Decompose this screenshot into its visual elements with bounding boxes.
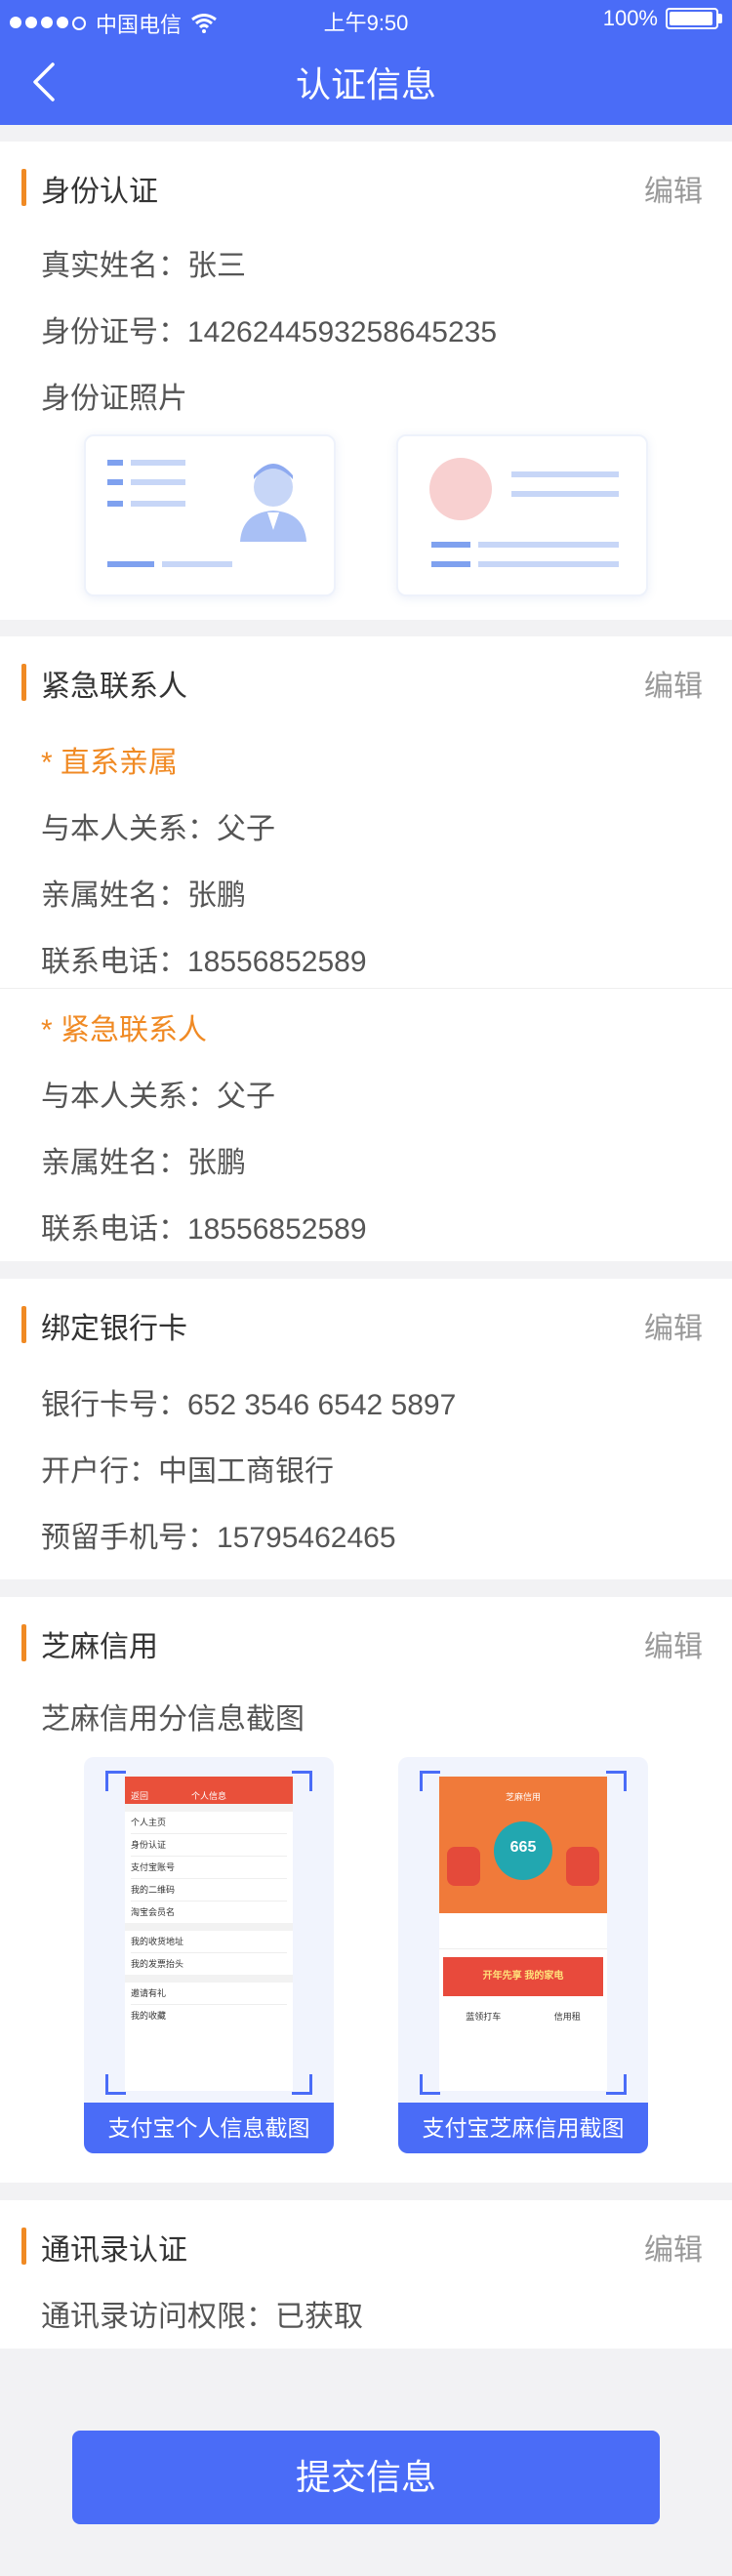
section-accent-bar [21, 2228, 26, 2265]
section-accent-bar [21, 169, 26, 206]
urgent-relation-text: 与本人关系：父子 [41, 1081, 275, 1113]
mini-row: 我的二维码 [131, 1879, 287, 1901]
urgent-name-text: 亲属姓名：张鹏 [41, 1147, 246, 1179]
mini-row: 我的收藏 [131, 2011, 167, 2021]
emergency-section: 紧急联系人 编辑 * 直系亲属 与本人关系：父子 亲属姓名：张鹏 联系电话：18… [0, 636, 732, 1261]
personal-info-caption: 支付宝个人信息截图 [84, 2103, 334, 2153]
identity-title: 身份认证 [41, 176, 158, 208]
section-accent-bar [21, 664, 26, 701]
mini-row: 我的发票抬头 [131, 1959, 184, 1969]
mini-promo-banner: 开年先享 我的家电 [443, 1957, 603, 1996]
mini-phone-screen: 返回 个人信息 个人主页 身份认证 支付宝账号 我的二维码 淘宝会员名 我的收货… [125, 1777, 293, 2091]
dragon-decoration-icon [447, 1847, 480, 1886]
mini-title: 个人信息 [190, 1791, 226, 1801]
urgent-contact-title: * 紧急联系人 [41, 1014, 208, 1046]
mini-row: 我的收货地址 [131, 1931, 287, 1953]
mini-credit-title: 芝麻信用 [505, 1792, 541, 1802]
bank-title: 绑定银行卡 [41, 1313, 187, 1345]
contacts-section: 通讯录认证 编辑 通讯录访问权限：已获取 [0, 2200, 732, 2349]
section-accent-bar [21, 1306, 26, 1343]
mini-item: 蓝领打车 [466, 2012, 502, 2022]
contacts-title: 通讯录认证 [41, 2234, 187, 2267]
mini-row: 支付宝账号 [131, 1857, 287, 1879]
alipay-personal-info-screenshot[interactable]: 返回 个人信息 个人主页 身份认证 支付宝账号 我的二维码 淘宝会员名 我的收货… [84, 1757, 334, 2153]
status-bar: 中国电信 上午9:50 100% [0, 0, 732, 39]
frame-corner [105, 1771, 126, 1791]
mini-phone-screen: 芝麻信用 665 开年先享 我的家电 蓝领打车 信用租 [439, 1777, 607, 2091]
frame-corner [606, 2074, 627, 2095]
sesame-credit-caption: 支付宝芝麻信用截图 [398, 2103, 648, 2153]
direct-relation-text: 与本人关系：父子 [41, 813, 275, 845]
direct-relative-title: * 直系亲属 [41, 747, 179, 779]
real-name-text: 真实姓名：张三 [41, 250, 246, 282]
frame-corner [420, 2074, 440, 2095]
frame-corner [420, 1771, 440, 1791]
frame-corner [606, 1771, 627, 1791]
bank-card-number-text: 银行卡号：652 3546 6542 5897 [41, 1389, 457, 1421]
sesame-screenshot-label: 芝麻信用分信息截图 [41, 1703, 305, 1736]
id-front-illustration [107, 460, 306, 567]
alipay-sesame-credit-screenshot[interactable]: 芝麻信用 665 开年先享 我的家电 蓝领打车 信用租 支付宝芝麻信用截图 [398, 1757, 648, 2153]
battery-icon [666, 8, 722, 29]
frame-corner [292, 1771, 312, 1791]
mini-row: 淘宝会员名 [131, 1907, 176, 1917]
sesame-edit-button[interactable]: 编辑 [644, 1622, 703, 1665]
mini-stats [439, 1913, 607, 1949]
bank-section: 绑定银行卡 编辑 银行卡号：652 3546 6542 5897 开户行：中国工… [0, 1279, 732, 1579]
mini-rows: 个人主页 身份认证 支付宝账号 我的二维码 淘宝会员名 [125, 1812, 293, 1923]
emergency-title: 紧急联系人 [41, 671, 187, 703]
id-back-illustration [429, 458, 619, 567]
emergency-edit-button[interactable]: 编辑 [644, 662, 703, 705]
sesame-title: 芝麻信用 [41, 1631, 158, 1663]
mini-header: 返回 个人信息 [125, 1777, 293, 1804]
sesame-section: 芝麻信用 编辑 芝麻信用分信息截图 返回 个人信息 个人主页 身份认证 支付宝账… [0, 1597, 732, 2183]
contacts-edit-button[interactable]: 编辑 [644, 2226, 703, 2269]
mini-credit-banner: 芝麻信用 665 [439, 1777, 607, 1913]
bank-phone-text: 预留手机号：15795462465 [41, 1522, 396, 1554]
bank-edit-button[interactable]: 编辑 [644, 1304, 703, 1347]
frame-corner [292, 2074, 312, 2095]
header-bar: 中国电信 上午9:50 100% 认证信息 [0, 0, 732, 125]
mini-row: 个人主页 [131, 1812, 287, 1834]
battery-percent: 100% [602, 6, 658, 30]
id-back-photo[interactable] [396, 434, 648, 596]
direct-phone-text: 联系电话：18556852589 [41, 946, 367, 978]
urgent-phone-text: 联系电话：18556852589 [41, 1213, 367, 1246]
frame-corner [105, 2074, 126, 2095]
mini-row: 身份认证 [131, 1834, 287, 1857]
divider [0, 988, 732, 989]
direct-name-text: 亲属姓名：张鹏 [41, 879, 246, 912]
section-accent-bar [21, 1624, 26, 1661]
identity-section: 身份认证 编辑 真实姓名：张三 身份证号：1426244593258645235… [0, 142, 732, 620]
id-photo-label: 身份证照片 [41, 383, 187, 415]
identity-edit-button[interactable]: 编辑 [644, 167, 703, 210]
id-number-text: 身份证号：1426244593258645235 [41, 316, 498, 348]
dragon-decoration-icon [566, 1847, 599, 1886]
mini-item: 信用租 [553, 2012, 581, 2022]
contacts-permission-text: 通讯录访问权限：已获取 [41, 2301, 363, 2333]
bank-name-text: 开户行：中国工商银行 [41, 1455, 334, 1488]
id-front-photo[interactable] [84, 434, 336, 596]
mini-row: 邀请有礼 [131, 1983, 287, 2005]
submit-button[interactable]: 提交信息 [72, 2431, 660, 2524]
page-title: 认证信息 [295, 64, 436, 104]
